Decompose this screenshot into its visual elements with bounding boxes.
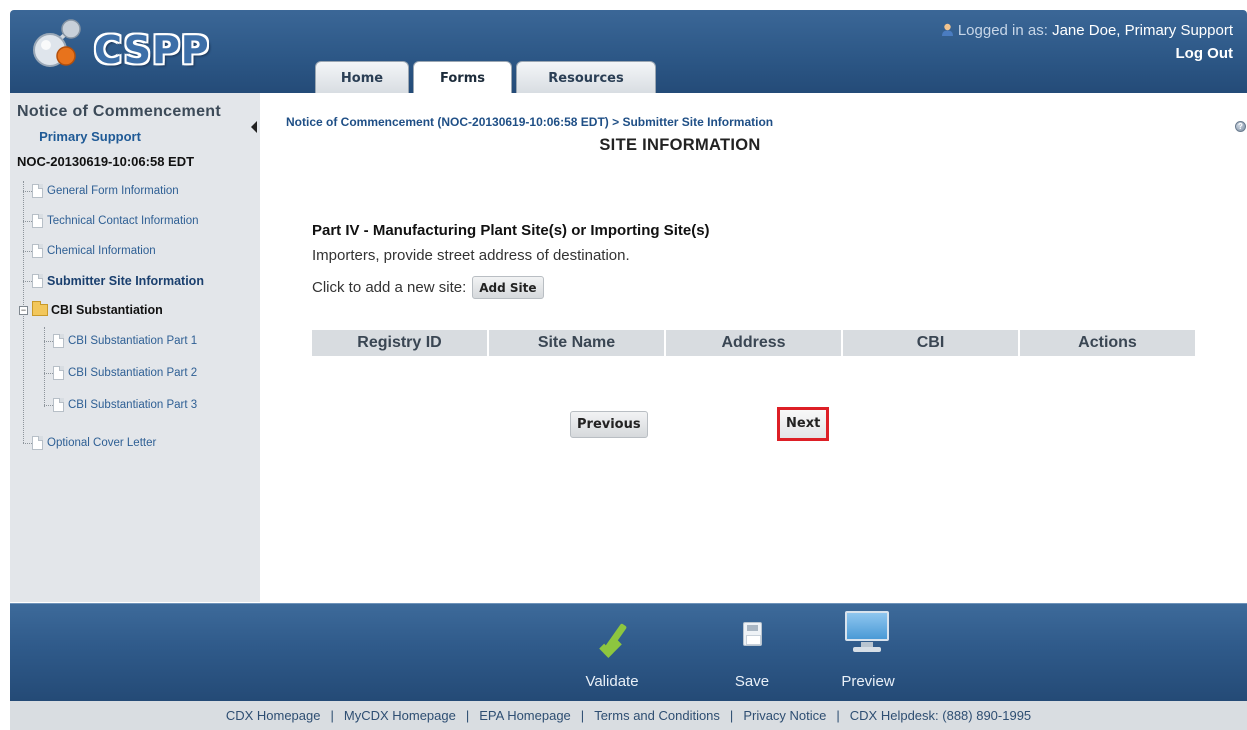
logo-text: CSPP <box>94 28 210 72</box>
tree-connector <box>23 251 32 252</box>
sidebar-item-cbi-part-3[interactable]: CBI Substantiation Part 3 <box>53 395 197 415</box>
sidebar-item-cbi-part-2[interactable]: CBI Substantiation Part 2 <box>53 363 197 383</box>
page-title: SITE INFORMATION <box>599 136 761 154</box>
document-icon <box>32 244 43 258</box>
collapse-sidebar-icon[interactable] <box>251 121 257 133</box>
footer-separator: | <box>836 708 840 723</box>
footer-links: CDX Homepage | MyCDX Homepage | EPA Home… <box>10 701 1247 730</box>
folder-icon <box>32 301 48 316</box>
footer-link-privacy[interactable]: Privacy Notice <box>743 708 826 723</box>
main-content: Notice of Commencement (NOC-20130619-10:… <box>262 93 1247 602</box>
sites-table-header: Registry ID Site Name Address CBI Action… <box>312 330 1197 356</box>
document-icon <box>32 214 43 228</box>
add-site-row: Click to add a new site: Add Site <box>312 276 544 299</box>
action-toolbar: Validate Save Preview <box>10 603 1247 701</box>
add-site-button[interactable]: Add Site <box>472 276 544 299</box>
sidebar-item-cbi-part-1[interactable]: CBI Substantiation Part 1 <box>53 331 197 351</box>
sidebar-item-cbi-substantiation[interactable]: CBI Substantiation <box>32 300 163 320</box>
sidebar-item-label: General Form Information <box>47 185 179 197</box>
tree-connector <box>44 405 53 406</box>
monitor-icon <box>845 611 889 641</box>
column-header-address[interactable]: Address <box>666 330 841 356</box>
sidebar-subtitle: Primary Support <box>39 129 141 144</box>
footer-separator: | <box>330 708 334 723</box>
user-info: Logged in as: Jane Doe, Primary Support … <box>941 22 1233 62</box>
tree-connector <box>23 191 32 192</box>
sidebar-item-label: CBI Substantiation Part 2 <box>68 367 198 379</box>
sidebar-item-technical-contact[interactable]: Technical Contact Information <box>32 211 199 231</box>
log-out-link[interactable]: Log Out <box>941 45 1233 62</box>
user-icon <box>941 23 953 36</box>
footer-link-epa-homepage[interactable]: EPA Homepage <box>479 708 571 723</box>
sidebar-item-label: CBI Substantiation Part 3 <box>68 399 198 411</box>
preview-button[interactable]: Preview <box>823 604 913 702</box>
sidebar-item-submitter-site[interactable]: Submitter Site Information <box>32 271 204 291</box>
preview-label: Preview <box>841 673 895 690</box>
sidebar-item-label: Chemical Information <box>47 245 156 257</box>
logged-in-label: Logged in as: <box>957 22 1048 39</box>
sidebar-item-label: CBI Substantiation <box>51 303 163 317</box>
column-header-cbi[interactable]: CBI <box>843 330 1018 356</box>
collapse-toggle-icon[interactable]: − <box>19 306 28 315</box>
breadcrumb[interactable]: Notice of Commencement (NOC-20130619-10:… <box>286 115 773 129</box>
footer-link-helpdesk[interactable]: CDX Helpdesk: (888) 890-1995 <box>850 708 1031 723</box>
footer-separator: | <box>465 708 470 723</box>
tree-connector <box>23 281 32 282</box>
save-icon <box>743 622 762 646</box>
logged-in-line: Logged in as: Jane Doe, Primary Support <box>941 22 1233 39</box>
sidebar-item-cover-letter[interactable]: Optional Cover Letter <box>32 433 156 453</box>
instruction-text: Importers, provide street address of des… <box>312 247 630 264</box>
column-header-registry-id[interactable]: Registry ID <box>312 330 487 356</box>
sidebar-item-label: Submitter Site Information <box>47 274 204 288</box>
tree-connector <box>23 443 32 444</box>
section-title: Part IV - Manufacturing Plant Site(s) or… <box>312 222 710 239</box>
sidebar-title: Notice of Commencement <box>17 103 221 120</box>
help-icon[interactable]: ? <box>1235 121 1246 132</box>
sidebar-item-label: CBI Substantiation Part 1 <box>68 335 198 347</box>
tree-connector <box>44 341 53 342</box>
save-label: Save <box>734 673 770 690</box>
sidebar-item-label: Optional Cover Letter <box>47 437 157 449</box>
previous-button[interactable]: Previous <box>570 411 648 438</box>
validate-button[interactable]: Validate <box>567 604 657 702</box>
checkmark-icon <box>599 618 625 658</box>
document-icon <box>32 184 43 198</box>
add-site-prompt: Click to add a new site: <box>312 279 467 296</box>
document-icon <box>32 274 43 288</box>
save-button[interactable]: Save <box>707 604 797 702</box>
document-icon <box>53 334 64 348</box>
document-icon <box>53 366 64 380</box>
monitor-base <box>853 647 881 652</box>
tree-connector <box>44 327 45 407</box>
document-icon <box>53 398 64 412</box>
footer-link-terms[interactable]: Terms and Conditions <box>594 708 720 723</box>
tab-forms[interactable]: Forms <box>413 61 512 93</box>
tree-connector <box>44 373 53 374</box>
tab-resources[interactable]: Resources <box>516 61 656 93</box>
molecule-icon <box>33 19 81 67</box>
column-header-site-name[interactable]: Site Name <box>489 330 664 356</box>
document-icon <box>32 436 43 450</box>
column-header-actions[interactable]: Actions <box>1020 330 1195 356</box>
footer-separator: | <box>729 708 734 723</box>
user-name: Jane Doe, Primary Support <box>1052 22 1233 39</box>
form-sidebar: Notice of Commencement Primary Support N… <box>10 93 260 602</box>
tree-connector <box>23 221 32 222</box>
footer-separator: | <box>580 708 585 723</box>
sidebar-item-general-form[interactable]: General Form Information <box>32 181 179 201</box>
footer-link-mycdx-homepage[interactable]: MyCDX Homepage <box>344 708 456 723</box>
validate-label: Validate <box>585 673 639 690</box>
next-button[interactable]: Next <box>777 407 830 441</box>
sidebar-item-label: Technical Contact Information <box>47 215 199 227</box>
footer-link-cdx-homepage[interactable]: CDX Homepage <box>226 708 321 723</box>
tab-home[interactable]: Home <box>315 61 409 93</box>
record-id: NOC-20130619-10:06:58 EDT <box>17 154 195 169</box>
cspp-logo[interactable]: CSPP <box>22 14 222 74</box>
sidebar-item-chemical-information[interactable]: Chemical Information <box>32 241 156 261</box>
app-header: CSPP Home Forms Resources Logged in as: … <box>10 10 1247 93</box>
